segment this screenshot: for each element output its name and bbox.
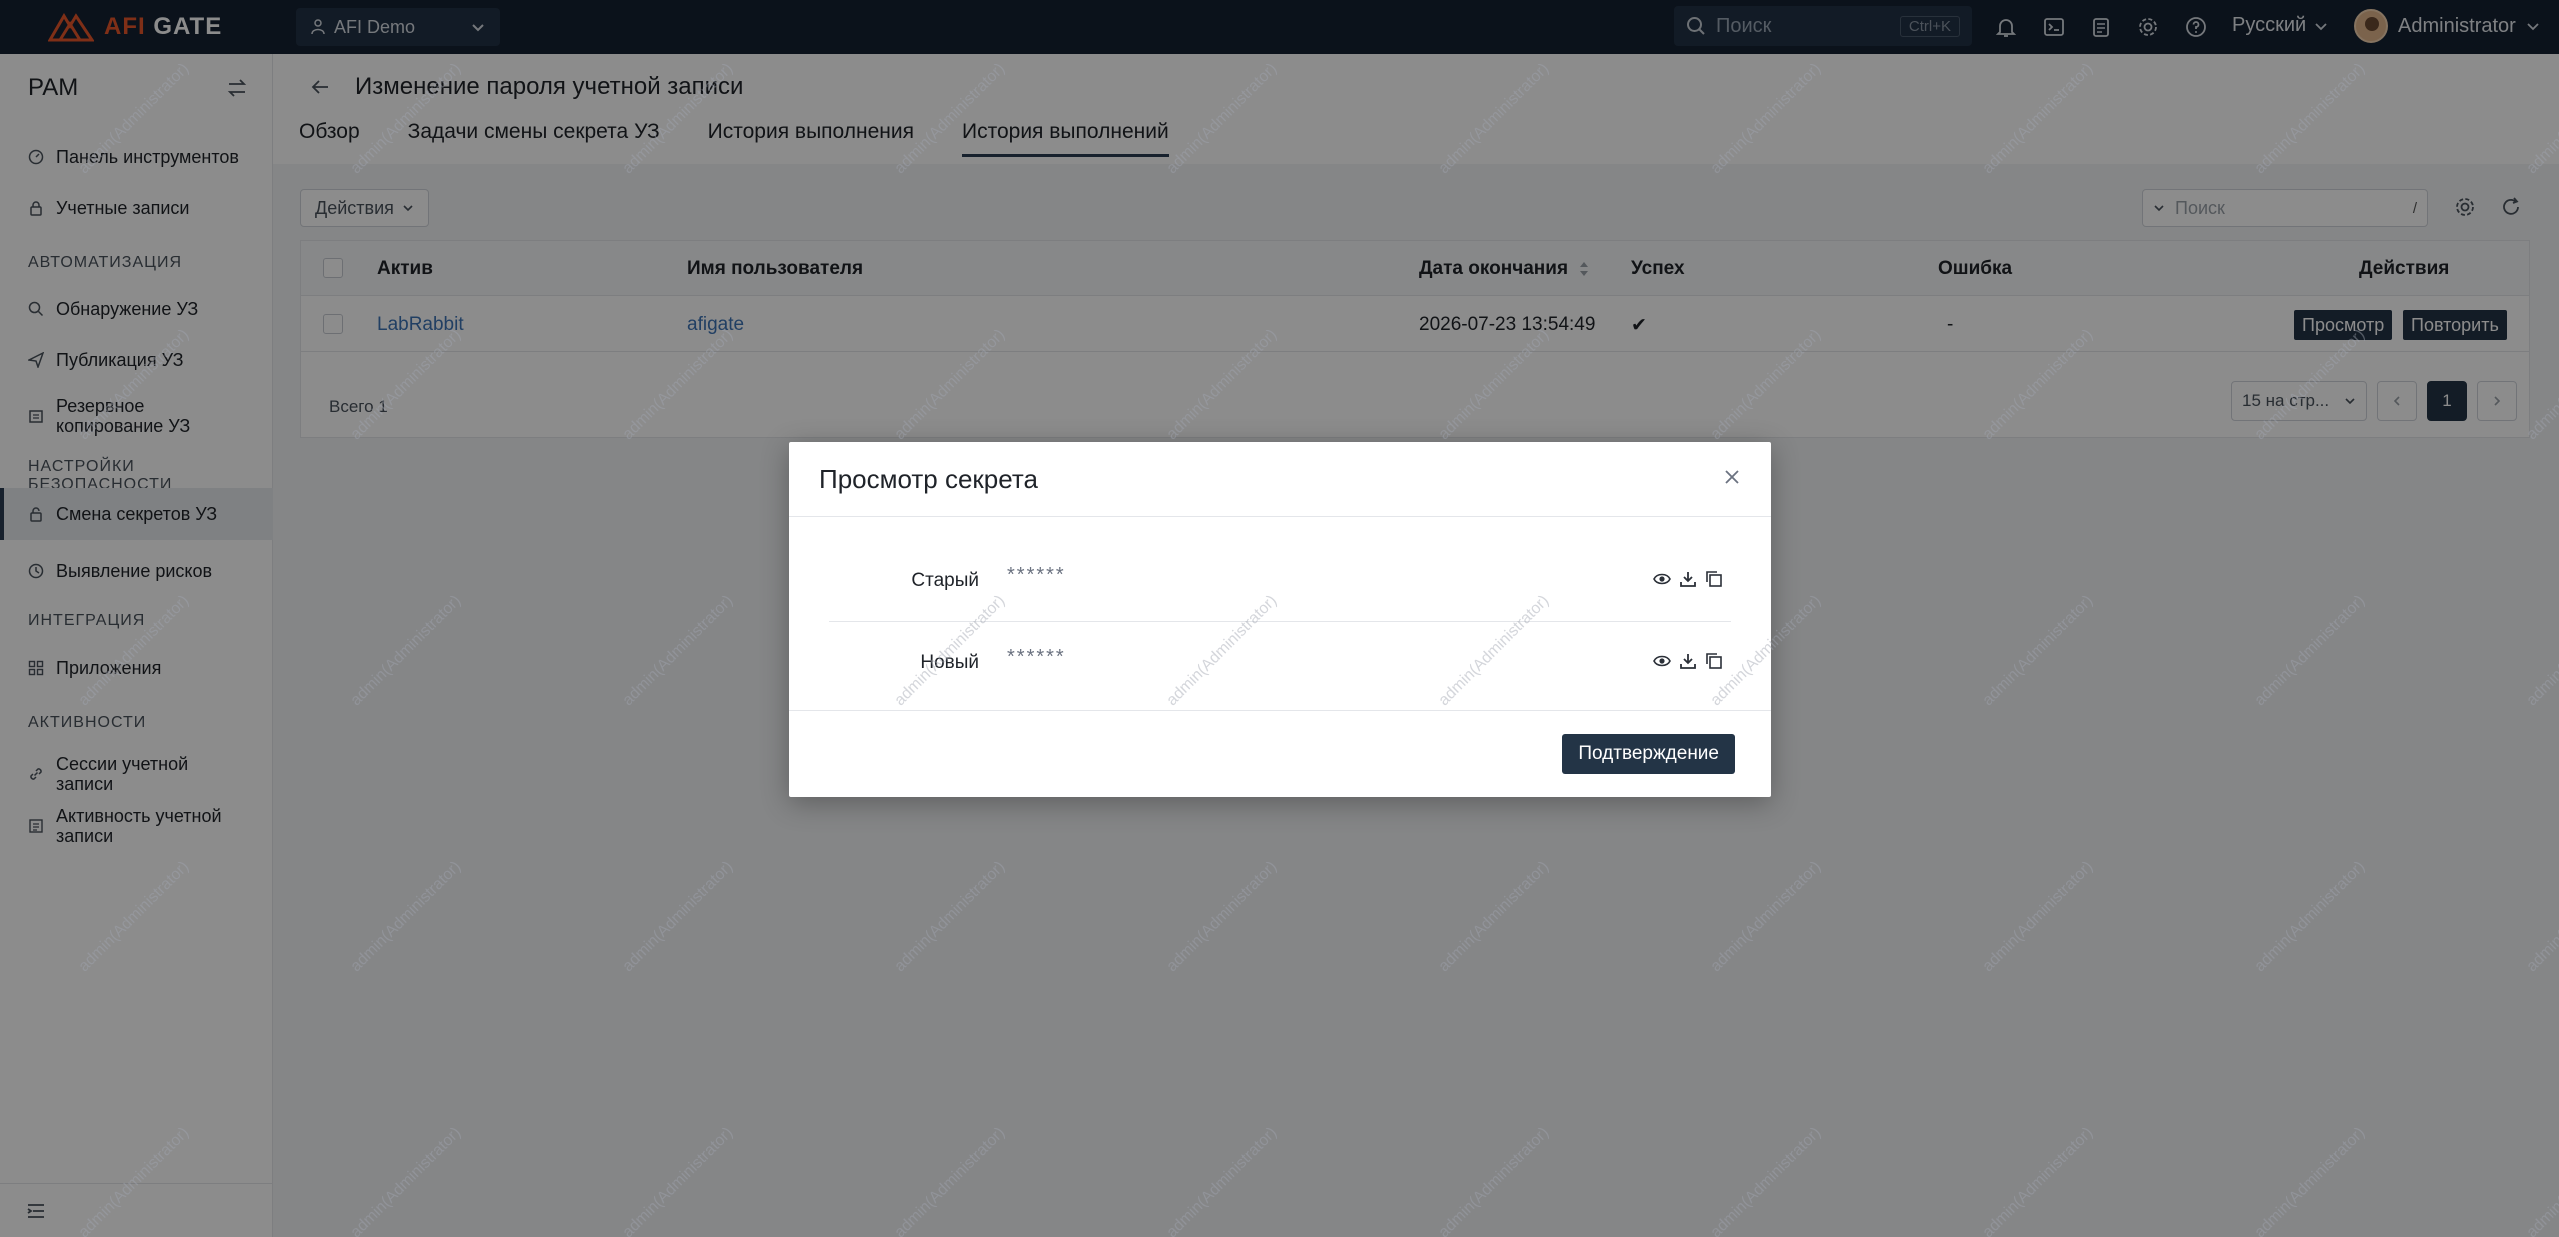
copy-icon[interactable] — [1705, 570, 1723, 588]
old-secret-value: ****** — [1007, 564, 1066, 586]
copy-icon[interactable] — [1705, 652, 1723, 670]
eye-icon[interactable] — [1653, 652, 1671, 670]
download-icon[interactable] — [1679, 652, 1697, 670]
new-secret-value: ****** — [1007, 646, 1066, 668]
old-secret-row: Старый ****** — [829, 540, 1731, 622]
new-secret-row: Новый ****** — [829, 622, 1731, 704]
old-secret-label: Старый — [911, 570, 979, 591]
new-secret-label: Новый — [920, 652, 979, 673]
close-icon[interactable] — [1723, 468, 1741, 486]
modal-title: Просмотр секрета — [819, 464, 1038, 494]
eye-icon[interactable] — [1653, 570, 1671, 588]
modal-header-divider — [789, 516, 1771, 517]
old-secret-actions — [1653, 570, 1723, 588]
new-secret-actions — [1653, 652, 1723, 670]
download-icon[interactable] — [1679, 570, 1697, 588]
view-secret-modal: Просмотр секрета Старый ****** Новый ***… — [789, 442, 1771, 797]
modal-footer-divider — [789, 710, 1771, 711]
confirm-button[interactable]: Подтверждение — [1562, 734, 1735, 774]
